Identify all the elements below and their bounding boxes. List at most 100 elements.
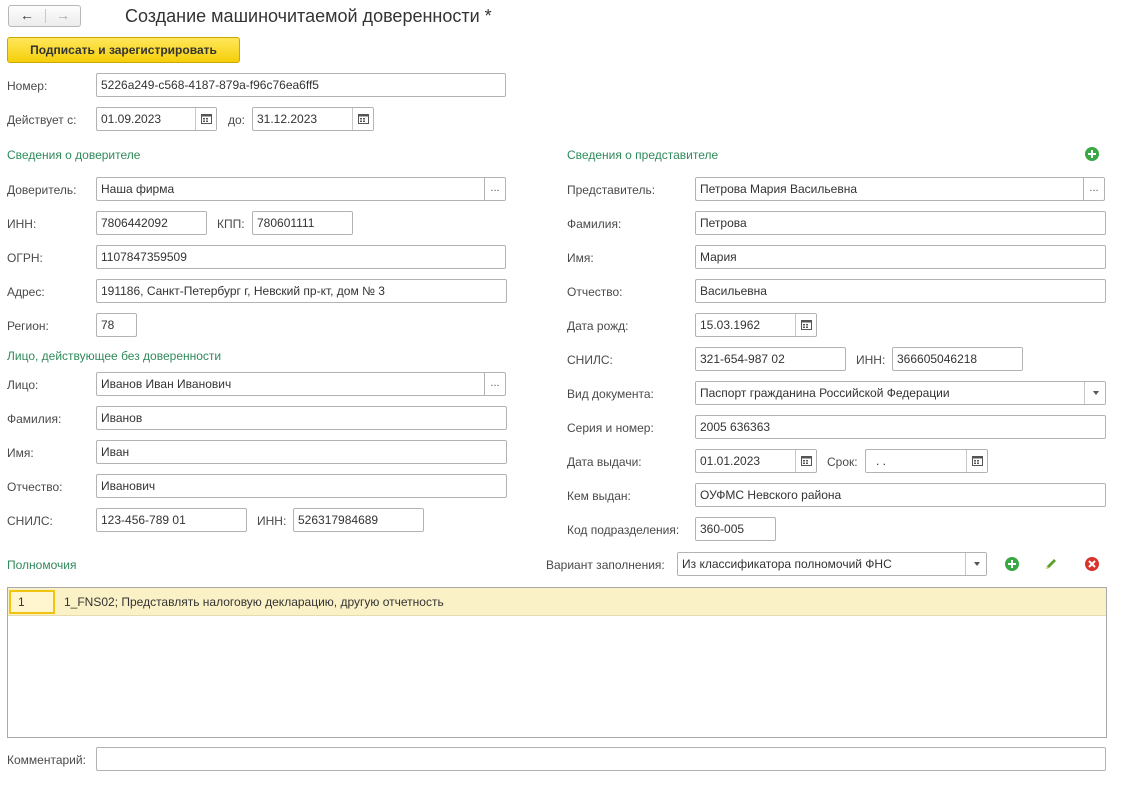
dropdown-chevron-icon[interactable] [1084,382,1105,404]
rep-series-field[interactable]: 2005 636363 [695,415,1106,439]
navigation-buttons: ← → [8,5,81,27]
back-button[interactable]: ← [9,6,45,26]
valid-to-value: 31.12.2023 [257,112,318,126]
number-field[interactable]: 5226a249-c568-4187-879a-f96c76ea6ff5 [96,73,506,97]
delete-icon[interactable] [1084,556,1100,572]
rep-term-field[interactable]: . . [865,449,988,473]
principal-address-label: Адрес: [7,285,45,299]
person-patronymic-value: Иванович [101,479,156,493]
calendar-button[interactable] [795,450,816,472]
rep-value: Петрова Мария Васильевна [700,182,857,196]
rep-issue-date-value: 01.01.2023 [700,454,761,468]
calendar-icon [801,456,812,466]
rep-name-field[interactable]: Мария [695,245,1106,269]
rep-snils-label: СНИЛС: [567,353,613,367]
rep-issue-date-field[interactable]: 01.01.2023 [695,449,817,473]
calendar-button[interactable] [795,314,816,336]
rep-patronymic-field[interactable]: Васильевна [695,279,1106,303]
representative-section-title: Сведения о представителе [567,148,719,162]
rep-surname-field[interactable]: Петрова [695,211,1106,235]
dropdown-chevron-icon[interactable] [965,553,986,575]
principal-inn-label: ИНН: [7,217,37,231]
person-label: Лицо: [7,378,39,392]
person-name-value: Иван [101,445,130,459]
add-representative-icon[interactable] [1084,146,1100,162]
rep-series-value: 2005 636363 [700,420,771,434]
forward-button[interactable]: → [46,6,80,26]
rep-issued-by-field[interactable]: ОУФМС Невского района [695,483,1106,507]
rep-snils-value: 321-654-987 02 [700,352,785,366]
principal-ogrn-field[interactable]: 1107847359509 [96,245,506,269]
arrow-left-icon: ← [20,7,34,23]
edit-pencil-icon[interactable] [1043,556,1059,572]
rep-field[interactable]: Петрова Мария Васильевна ... [695,177,1105,201]
principal-address-value: 191186, Санкт-Петербург г, Невский пр-кт… [101,284,385,298]
rep-doc-type-select[interactable]: Паспорт гражданина Российской Федерации [695,381,1106,405]
person-inn-field[interactable]: 526317984689 [293,508,424,532]
rep-patronymic-value: Васильевна [700,284,767,298]
valid-to-field[interactable]: 31.12.2023 [252,107,374,131]
table-row[interactable]: 1 1_FNS02; Представлять налоговую деклар… [8,588,1106,616]
rep-snils-field[interactable]: 321-654-987 02 [695,347,846,371]
number-label: Номер: [7,79,48,93]
principal-inn-field[interactable]: 7806442092 [96,211,207,235]
fill-variant-label: Вариант заполнения: [546,558,665,572]
rep-surname-label: Фамилия: [567,217,622,231]
add-power-icon[interactable] [1004,556,1020,572]
rep-dept-code-field[interactable]: 360-005 [695,517,776,541]
calendar-icon [201,114,212,124]
fill-variant-value: Из классификатора полномочий ФНС [682,557,892,571]
person-patronymic-label: Отчество: [7,480,63,494]
person-surname-value: Иванов [101,411,143,425]
principal-kpp-field[interactable]: 780601111 [252,211,353,235]
rep-dept-code-label: Код подразделения: [567,523,680,537]
person-inn-value: 526317984689 [298,513,379,527]
principal-ogrn-value: 1107847359509 [101,250,187,264]
person-field[interactable]: Иванов Иван Иванович ... [96,372,506,396]
rep-patronymic-label: Отчество: [567,285,623,299]
rep-birth-field[interactable]: 15.03.1962 [695,313,817,337]
calendar-icon [358,114,369,124]
select-representative-button[interactable]: ... [1083,178,1104,200]
person-patronymic-field[interactable]: Иванович [96,474,507,498]
rep-label: Представитель: [567,183,656,197]
rep-series-label: Серия и номер: [567,421,654,435]
row-number[interactable]: 1 [9,590,55,614]
comment-field[interactable] [96,747,1106,771]
person-surname-label: Фамилия: [7,412,62,426]
calendar-button[interactable] [195,108,216,130]
calendar-button[interactable] [352,108,373,130]
rep-issued-by-value: ОУФМС Невского района [700,488,842,502]
fill-variant-select[interactable]: Из классификатора полномочий ФНС [677,552,987,576]
person-value: Иванов Иван Иванович [101,377,232,391]
person-section-title: Лицо, действующее без доверенности [7,349,222,363]
person-name-label: Имя: [7,446,34,460]
page-title: Создание машиночитаемой доверенности * [125,6,492,26]
person-name-field[interactable]: Иван [96,440,507,464]
calendar-button[interactable] [966,450,987,472]
valid-from-value: 01.09.2023 [101,112,162,126]
person-surname-field[interactable]: Иванов [96,406,507,430]
sign-and-register-button[interactable]: Подписать и зарегистрировать [7,37,240,63]
select-principal-button[interactable]: ... [484,178,505,200]
rep-inn-label: ИНН: [856,353,886,367]
person-snils-field[interactable]: 123-456-789 01 [96,508,247,532]
number-value: 5226a249-c568-4187-879a-f96c76ea6ff5 [101,78,319,92]
principal-label: Доверитель: [7,183,77,197]
valid-from-field[interactable]: 01.09.2023 [96,107,217,131]
select-person-button[interactable]: ... [484,373,505,395]
arrow-right-icon: → [56,7,70,23]
rep-term-label: Срок: [827,455,858,469]
principal-kpp-label: КПП: [217,217,245,231]
rep-name-label: Имя: [567,251,594,265]
principal-kpp-value: 780601111 [257,216,315,230]
powers-table[interactable]: 1 1_FNS02; Представлять налоговую деклар… [7,587,1107,738]
rep-inn-value: 366605046218 [897,352,978,366]
rep-inn-field[interactable]: 366605046218 [892,347,1023,371]
comment-label: Комментарий: [7,753,86,767]
principal-inn-value: 7806442092 [101,216,168,230]
principal-region-field[interactable]: 78 [96,313,137,337]
principal-field[interactable]: Наша фирма ... [96,177,506,201]
principal-address-field[interactable]: 191186, Санкт-Петербург г, Невский пр-кт… [96,279,507,303]
valid-from-label: Действует с: [7,113,77,127]
